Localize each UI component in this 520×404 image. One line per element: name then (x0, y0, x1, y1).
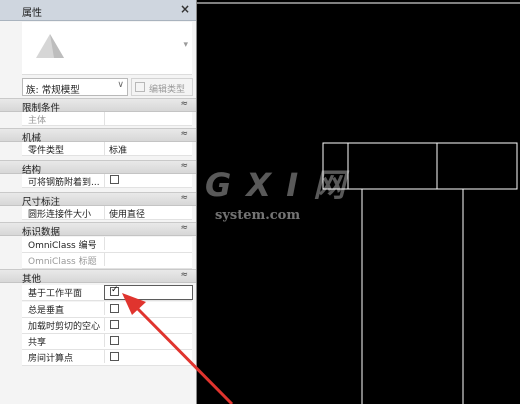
annotation-arrow (122, 293, 234, 404)
arrow-shaft (133, 304, 234, 404)
